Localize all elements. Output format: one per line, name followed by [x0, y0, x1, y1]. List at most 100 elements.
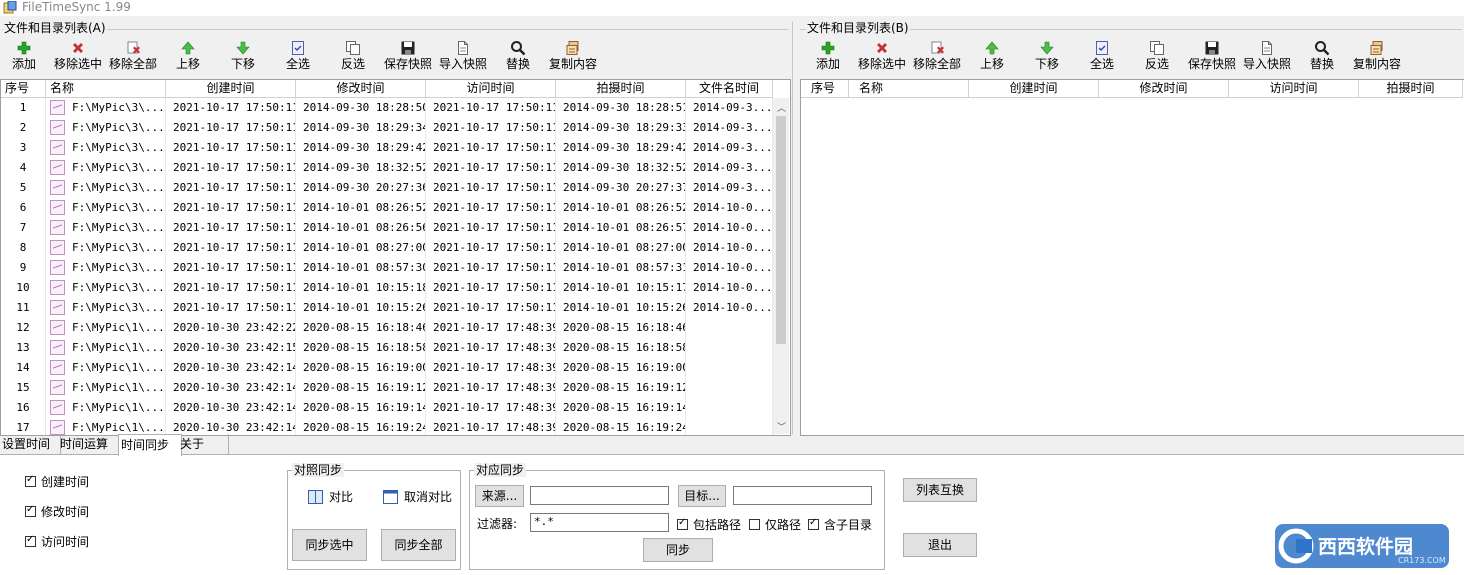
time-cell: 2020-08-15 16:19:12	[296, 378, 426, 398]
toolbar-button-select-all[interactable]: 全选	[1076, 38, 1128, 76]
toolbar-button-select-all[interactable]: 全选	[272, 38, 324, 76]
file-name-cell: F:\MyPic\1\...	[46, 318, 166, 338]
exit-button[interactable]: 退出	[903, 533, 977, 557]
column-header[interactable]: 拍摄时间	[556, 80, 686, 98]
toolbar-button-remove[interactable]: 移除选中	[52, 38, 104, 76]
toolbar-button-down[interactable]: 下移	[1021, 38, 1073, 76]
tab-2[interactable]: 时间同步	[118, 434, 182, 456]
time-cell: 2014-09-3...	[686, 178, 773, 198]
tab-1[interactable]: 时间运算	[58, 434, 121, 454]
toolbar-button-add[interactable]: 添加	[802, 38, 854, 76]
file-name-cell: F:\MyPic\3\...	[46, 258, 166, 278]
column-header[interactable]: 名称	[849, 80, 969, 98]
cancel-compare-button[interactable]: 取消对比	[383, 488, 452, 505]
column-header[interactable]: 名称	[46, 80, 166, 98]
toolbar-button-up[interactable]: 上移	[966, 38, 1018, 76]
table-row[interactable]: 14 F:\MyPic\1\... 2020-10-30 23:42:14 2020-…	[1, 358, 790, 378]
toolbar-button-invert[interactable]: 反选	[327, 38, 379, 76]
scroll-down-icon[interactable]: ﹀	[777, 420, 786, 433]
table-row[interactable]: 13 F:\MyPic\1\... 2020-10-30 23:42:15 2020-…	[1, 338, 790, 358]
swap-list-button[interactable]: 列表互换	[903, 478, 977, 502]
panel-b-list[interactable]: 序号 名称 创建时间 修改时间 访问时间 拍摄时间	[800, 79, 1464, 436]
checkbox-icon[interactable]	[25, 504, 36, 517]
checkbox-icon[interactable]	[25, 534, 36, 547]
panel-a-scrollbar[interactable]: ︿ ﹀	[773, 98, 789, 434]
checkbox-icon[interactable]	[677, 517, 688, 530]
time-cell: 2020-08-15 16:19:14	[556, 398, 686, 418]
table-row[interactable]: 8 F:\MyPic\3\... 2021-10-17 17:50:11 2014-1…	[1, 238, 790, 258]
column-header[interactable]: 修改时间	[1099, 80, 1229, 98]
table-row[interactable]: 6 F:\MyPic\3\... 2021-10-17 17:50:11 2014-1…	[1, 198, 790, 218]
table-row[interactable]: 16 F:\MyPic\1\... 2020-10-30 23:42:14 2020-…	[1, 398, 790, 418]
toolbar-button-save[interactable]: 保存快照	[382, 38, 434, 76]
toolbar-button-remove[interactable]: 移除选中	[856, 38, 908, 76]
cell-text: 8	[19, 241, 27, 254]
check-modify-time[interactable]: 修改时间	[25, 503, 89, 520]
tab-0[interactable]: 设置时间	[0, 434, 61, 454]
checkbox-icon[interactable]	[749, 519, 760, 530]
panel-a-list[interactable]: 序号 名称 创建时间 修改时间 访问时间 拍摄时间 文件名时间 1 F:\MyPic\3\..…	[0, 79, 791, 436]
table-row[interactable]: 7 F:\MyPic\3\... 2021-10-17 17:50:11 2014-1…	[1, 218, 790, 238]
cell-text: 15	[16, 381, 30, 394]
column-header[interactable]: 修改时间	[296, 80, 426, 98]
sync-selected-button[interactable]: 同步选中	[292, 529, 367, 561]
scroll-thumb[interactable]	[776, 116, 786, 344]
toolbar-button-search[interactable]: 替换	[1296, 38, 1348, 76]
target-button[interactable]: 目标...	[678, 485, 726, 507]
toolbar-button-down[interactable]: 下移	[217, 38, 269, 76]
tab-3[interactable]: 关于	[178, 434, 229, 454]
splitter[interactable]	[792, 22, 797, 434]
sync-all-button[interactable]: 同步全部	[381, 529, 456, 561]
sync-button[interactable]: 同步	[643, 538, 713, 562]
column-header[interactable]: 创建时间	[166, 80, 296, 98]
source-input[interactable]	[530, 486, 669, 505]
toolbar-button-save[interactable]: 保存快照	[1186, 38, 1238, 76]
time-cell: 2014-09-30 18:32:52	[556, 158, 686, 178]
table-row[interactable]: 5 F:\MyPic\3\... 2021-10-17 17:50:11 2014-0…	[1, 178, 790, 198]
toolbar-button-remove-all[interactable]: 移除全部	[107, 38, 159, 76]
target-input[interactable]	[733, 486, 872, 505]
column-header[interactable]: 序号	[801, 80, 849, 98]
toolbar-button-copy[interactable]: 复制内容	[547, 38, 599, 76]
add-icon	[16, 40, 32, 56]
toolbar-button-search[interactable]: 替换	[492, 38, 544, 76]
toolbar-button-remove-all[interactable]: 移除全部	[911, 38, 963, 76]
include-subdir-label: 含子目录	[824, 518, 873, 532]
time-cell	[686, 398, 773, 418]
column-header[interactable]: 文件名时间	[686, 80, 773, 98]
table-row[interactable]: 3 F:\MyPic\3\... 2021-10-17 17:50:11 2014-0…	[1, 138, 790, 158]
scroll-up-icon[interactable]: ︿	[777, 101, 786, 114]
check-include-subdir[interactable]: 含子目录	[808, 516, 872, 533]
toolbar-button-import[interactable]: 导入快照	[437, 38, 489, 76]
table-row[interactable]: 4 F:\MyPic\3\... 2021-10-17 17:50:11 2014-0…	[1, 158, 790, 178]
table-row[interactable]: 15 F:\MyPic\1\... 2020-10-30 23:42:14 2020-…	[1, 378, 790, 398]
toolbar-button-import[interactable]: 导入快照	[1241, 38, 1293, 76]
toolbar-button-up[interactable]: 上移	[162, 38, 214, 76]
table-row[interactable]: 12 F:\MyPic\1\... 2020-10-30 23:42:22 2020-…	[1, 318, 790, 338]
check-create-time[interactable]: 创建时间	[25, 473, 89, 490]
compare-button[interactable]: 对比	[308, 488, 353, 505]
check-access-time[interactable]: 访问时间	[25, 533, 89, 550]
table-row[interactable]: 10 F:\MyPic\3\... 2021-10-17 17:50:11 2014-…	[1, 278, 790, 298]
table-row[interactable]: 1 F:\MyPic\3\... 2021-10-17 17:50:11 2014-0…	[1, 98, 790, 118]
column-header[interactable]: 访问时间	[1229, 80, 1359, 98]
cell-text: 2014-09-30 18:29:33	[563, 121, 686, 134]
toolbar-button-invert[interactable]: 反选	[1131, 38, 1183, 76]
table-row[interactable]: 11 F:\MyPic\3\... 2021-10-17 17:50:11 2014-…	[1, 298, 790, 318]
table-row[interactable]: 2 F:\MyPic\3\... 2021-10-17 17:50:11 2014-0…	[1, 118, 790, 138]
checkbox-icon[interactable]	[808, 517, 819, 530]
column-header[interactable]: 序号	[1, 80, 46, 98]
table-row[interactable]: 9 F:\MyPic\3\... 2021-10-17 17:50:11 2014-1…	[1, 258, 790, 278]
invert-icon	[345, 40, 361, 56]
column-header[interactable]: 创建时间	[969, 80, 1099, 98]
column-header[interactable]: 访问时间	[426, 80, 556, 98]
source-button[interactable]: 来源...	[475, 485, 524, 507]
checkbox-icon[interactable]	[25, 474, 36, 487]
check-include-path[interactable]: 包括路径	[677, 516, 741, 533]
toolbar-button-add[interactable]: 添加	[0, 38, 50, 76]
toolbar-button-copy[interactable]: 复制内容	[1351, 38, 1403, 76]
cell-text: 2014-10-01 08:27:00	[563, 241, 686, 254]
check-path-only[interactable]: 仅路径	[749, 516, 801, 533]
column-header[interactable]: 拍摄时间	[1359, 80, 1463, 98]
filter-input[interactable]: *.*	[530, 513, 669, 532]
